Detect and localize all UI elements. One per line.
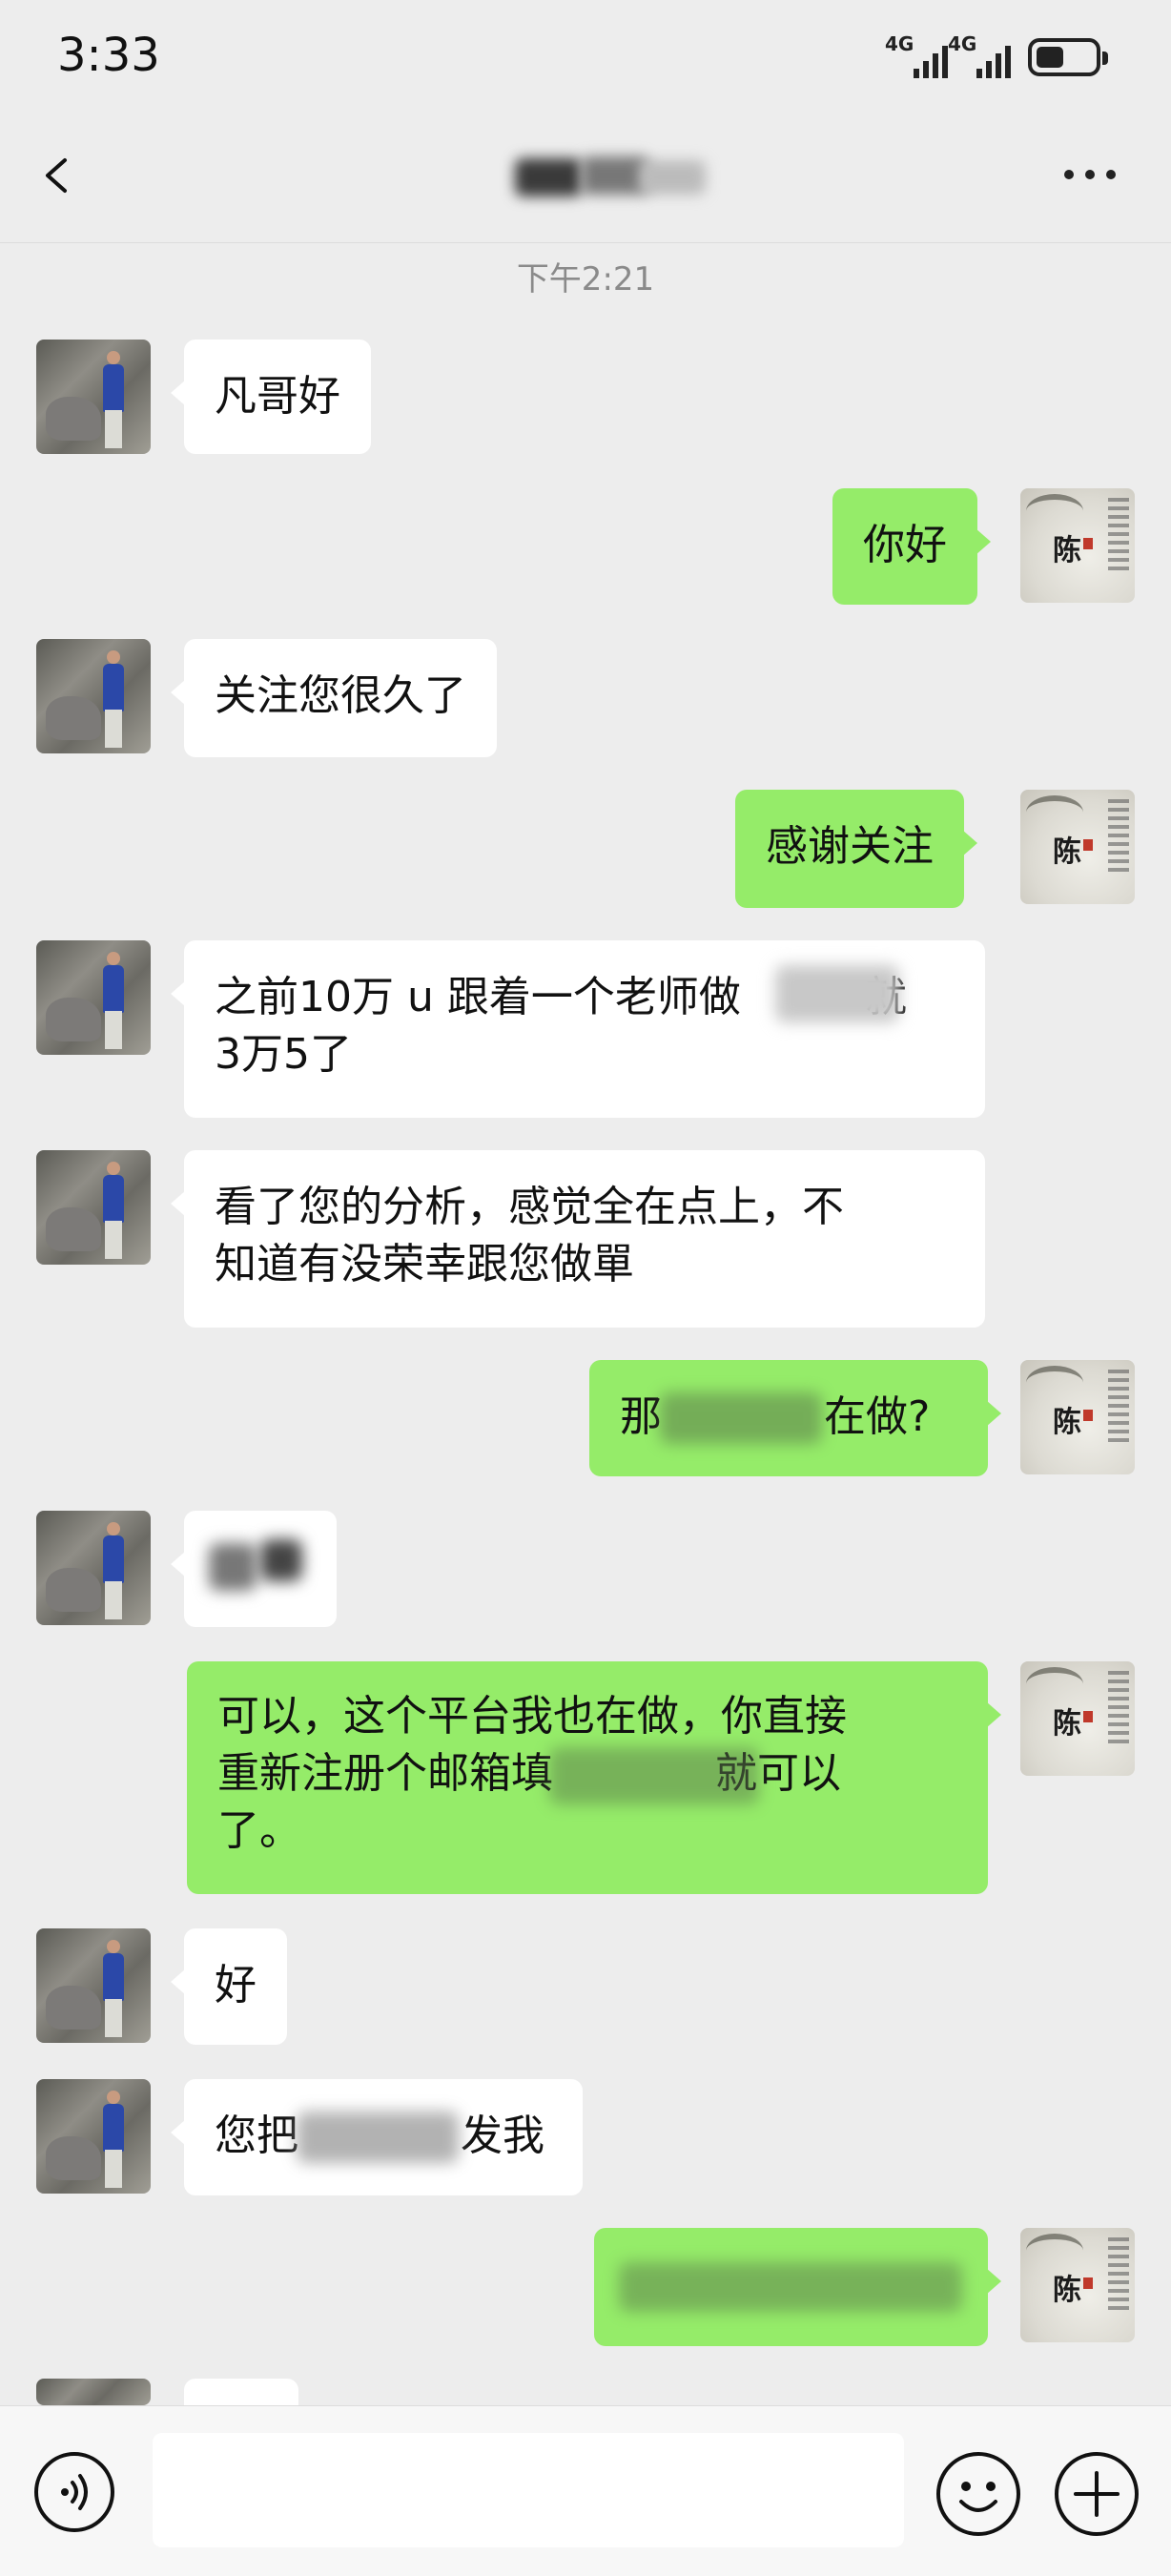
message-bubble-received[interactable]: 之前10万 u 跟着一个老师做就 3万5了 [171, 940, 985, 1118]
signal-icon-2: 4G [948, 32, 1015, 78]
contact-avatar[interactable] [36, 1150, 151, 1265]
battery-icon [1028, 38, 1108, 76]
plus-icon[interactable] [1053, 2450, 1140, 2538]
message-text: 那 [620, 1392, 662, 1441]
message-timestamp: 下午2:21 [516, 260, 655, 299]
message-bubble-received[interactable]: 关注您很久了 [171, 639, 497, 757]
message-text: 看了您的分析，感觉全在点上，不 [215, 1183, 844, 1231]
message-bubble-sent[interactable]: 可以，这个平台我也在做，你直接 重新注册个邮箱填 就可以 了。 [187, 1661, 1001, 1894]
input-bar [0, 2405, 1171, 2576]
contact-avatar[interactable] [36, 639, 151, 753]
user-avatar[interactable]: 陈 [1020, 790, 1135, 904]
message-text: 您把 [215, 2112, 298, 2160]
user-avatar[interactable]: 陈 [1020, 1360, 1135, 1474]
contact-avatar[interactable] [36, 340, 151, 454]
contact-avatar[interactable] [36, 1928, 151, 2043]
message-text: 可以，这个平台我也在做，你直接 [217, 1692, 847, 1741]
message-bubble-received[interactable]: 看了您的分析，感觉全在点上，不 知道有没荣幸跟您做單 [171, 1150, 985, 1328]
contact-avatar[interactable] [36, 2379, 151, 2405]
message-input[interactable] [153, 2433, 904, 2547]
voice-icon[interactable] [32, 2450, 116, 2534]
chevron-left-icon[interactable] [38, 156, 76, 195]
status-time: 3:33 [57, 29, 160, 82]
message-bubble-received[interactable] [184, 2379, 298, 2405]
message-text: 了。 [217, 1806, 301, 1855]
message-text: 3万5了 [215, 1030, 352, 1079]
message-bubble-sent[interactable] [594, 2228, 1001, 2346]
emoji-icon[interactable] [935, 2450, 1022, 2538]
signal-icon: 4G [885, 32, 948, 78]
contact-avatar[interactable] [36, 2079, 151, 2194]
status-bar: 3:33 4G 4G [0, 0, 1171, 114]
more-icon[interactable] [1064, 170, 1116, 179]
user-avatar[interactable]: 陈 [1020, 488, 1135, 603]
user-avatar[interactable]: 陈 [1020, 1661, 1135, 1776]
message-bubble-received[interactable] [171, 1511, 337, 1627]
message-text: 重新注册个邮箱填 [217, 1749, 553, 1798]
message-bubble-sent[interactable]: 你好 [832, 488, 991, 605]
message-bubble-received[interactable]: 好 [171, 1928, 287, 2045]
user-avatar[interactable]: 陈 [1020, 2228, 1135, 2342]
chat-title [515, 149, 725, 204]
message-text: 发我 [461, 2112, 544, 2160]
message-text: 在做? [824, 1392, 931, 1441]
message-bubble-sent[interactable]: 那 在做? [589, 1360, 1001, 1476]
message-bubble-sent[interactable]: 感谢关注 [735, 790, 977, 908]
message-text: 知道有没荣幸跟您做單 [215, 1240, 634, 1288]
message-bubble-received[interactable]: 凡哥好 [171, 340, 371, 454]
contact-avatar[interactable] [36, 940, 151, 1055]
contact-avatar[interactable] [36, 1511, 151, 1625]
message-bubble-received[interactable]: 您把 发我 [171, 2079, 583, 2195]
message-text: 之前10万 u 跟着一个老师做 [215, 973, 741, 1021]
